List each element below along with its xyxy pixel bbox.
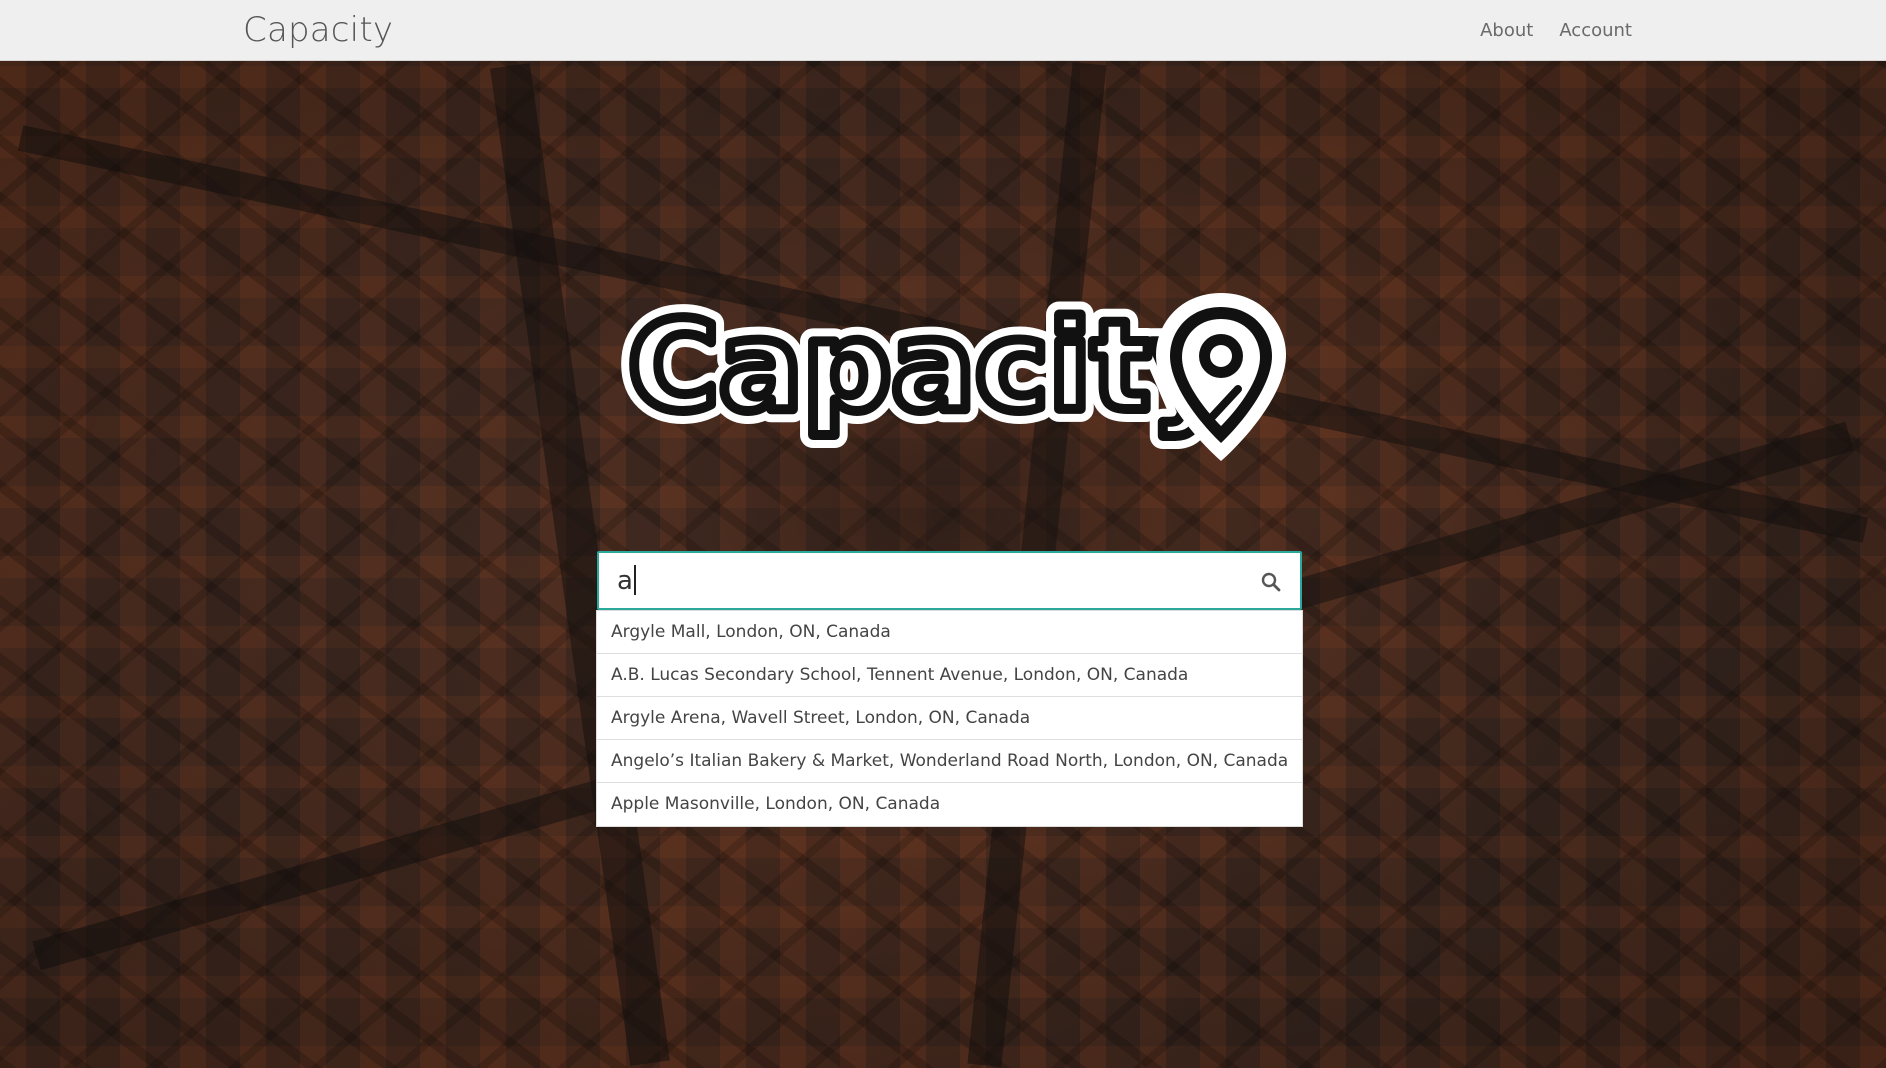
top-navbar: Capacity About Account xyxy=(0,0,1886,61)
capacity-logo: Capacity Capacity xyxy=(616,289,1286,461)
location-search-input[interactable]: a xyxy=(597,551,1302,610)
suggestion-item[interactable]: A.B. Lucas Secondary School, Tennent Ave… xyxy=(597,654,1302,697)
nav-about-link[interactable]: About xyxy=(1480,20,1533,41)
text-caret xyxy=(633,565,636,595)
brand-link[interactable]: Capacity xyxy=(243,10,393,50)
suggestion-item[interactable]: Angelo’s Italian Bakery & Market, Wonder… xyxy=(597,740,1302,783)
autocomplete-dropdown: Argyle Mall, London, ON, Canada A.B. Luc… xyxy=(596,610,1303,827)
search-icon[interactable] xyxy=(1260,571,1282,593)
suggestion-item[interactable]: Apple Masonville, London, ON, Canada xyxy=(597,783,1302,826)
suggestion-item[interactable]: Argyle Mall, London, ON, Canada xyxy=(597,611,1302,654)
nav-links: About Account xyxy=(1480,20,1632,41)
search-input-value: a xyxy=(617,566,633,596)
suggestion-item[interactable]: Argyle Arena, Wavell Street, London, ON,… xyxy=(597,697,1302,740)
logo-text: Capacity xyxy=(628,295,1231,439)
nav-account-link[interactable]: Account xyxy=(1559,20,1632,41)
